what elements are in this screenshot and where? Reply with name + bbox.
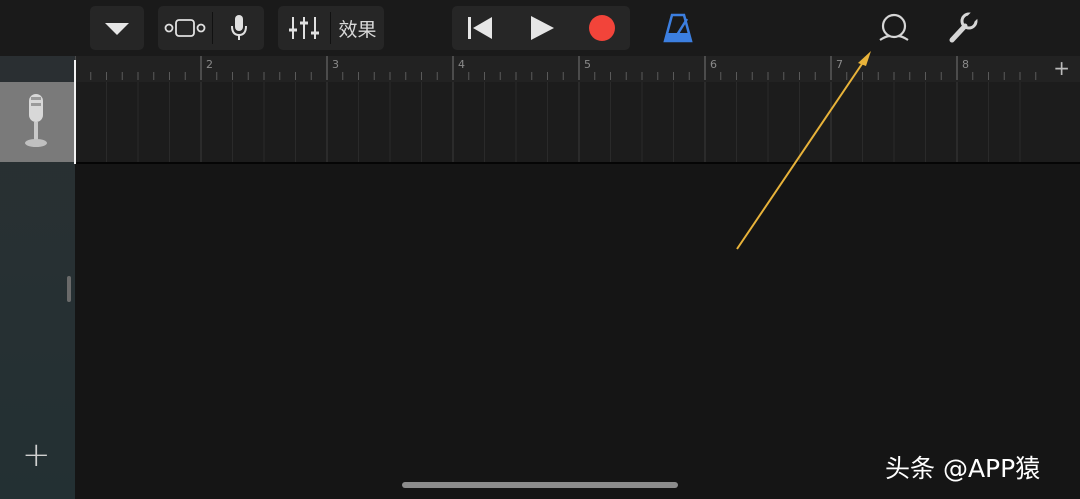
watermark-text: 头条 @APP猿 bbox=[885, 454, 1041, 483]
home-indicator[interactable] bbox=[402, 482, 678, 488]
annotation-arrow-icon bbox=[736, 51, 871, 250]
